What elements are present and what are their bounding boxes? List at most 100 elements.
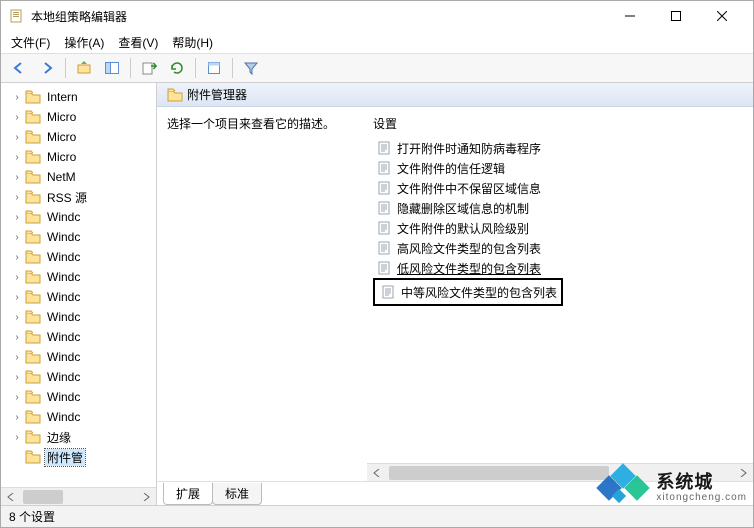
settings-column-header[interactable]: 设置 xyxy=(373,115,747,132)
folder-icon xyxy=(25,190,41,204)
tree-item[interactable]: › Windc xyxy=(1,307,156,327)
scroll-right-button[interactable] xyxy=(138,489,154,505)
tree-item-label: NetM xyxy=(45,170,78,184)
close-button[interactable] xyxy=(699,1,745,31)
tree-item-label: Micro xyxy=(45,150,78,164)
description-prompt: 选择一个项目来查看它的描述。 xyxy=(167,115,357,132)
scroll-left-button[interactable] xyxy=(369,465,385,481)
setting-label: 文件附件中不保留区域信息 xyxy=(397,180,541,197)
policy-icon xyxy=(377,241,393,255)
tree-item[interactable]: › Windc xyxy=(1,407,156,427)
setting-item[interactable]: 低风险文件类型的包含列表 xyxy=(373,258,747,278)
refresh-button[interactable] xyxy=(165,56,189,80)
folder-icon xyxy=(25,130,41,144)
setting-item[interactable]: 文件附件中不保留区域信息 xyxy=(373,178,747,198)
tree-item[interactable]: ›Micro xyxy=(1,107,156,127)
scroll-right-button[interactable] xyxy=(735,465,751,481)
folder-icon xyxy=(25,170,41,184)
tree-item[interactable]: ›Micro xyxy=(1,127,156,147)
menu-view[interactable]: 查看(V) xyxy=(112,32,164,53)
chevron-right-icon: › xyxy=(11,92,23,103)
chevron-right-icon: › xyxy=(11,272,23,283)
minimize-button[interactable] xyxy=(607,1,653,31)
tree-item-label: Windc xyxy=(45,210,82,224)
forward-button[interactable] xyxy=(35,56,59,80)
back-button[interactable] xyxy=(7,56,31,80)
scroll-track[interactable] xyxy=(23,490,134,504)
tree-item[interactable]: ›Windc xyxy=(1,267,156,287)
app-icon xyxy=(9,8,25,24)
scroll-thumb[interactable] xyxy=(23,490,63,504)
status-text: 8 个设置 xyxy=(9,508,55,525)
folder-icon xyxy=(25,310,41,324)
tree-item[interactable]: ›Windc xyxy=(1,387,156,407)
tree-item[interactable]: ›Windc xyxy=(1,227,156,247)
setting-item[interactable]: 隐藏删除区域信息的机制 xyxy=(373,198,747,218)
tree-item-label: Windc xyxy=(45,230,82,244)
tree-item[interactable]: 附件管 xyxy=(1,447,156,467)
tree-item[interactable]: ›Windc xyxy=(1,327,156,347)
details-tabs: 扩展 标准 xyxy=(157,481,753,505)
tree-item[interactable]: ›Windc xyxy=(1,347,156,367)
details-pane: 附件管理器 选择一个项目来查看它的描述。 设置 打开附件时通知防病毒程序文件附件… xyxy=(157,83,753,505)
export-button[interactable] xyxy=(137,56,161,80)
setting-label: 中等风险文件类型的包含列表 xyxy=(401,284,557,301)
scroll-left-button[interactable] xyxy=(3,489,19,505)
body: ›Intern›Micro›Micro›Micro›NetM›RSS 源›Win… xyxy=(1,83,753,505)
folder-icon xyxy=(25,350,41,364)
tree-item[interactable]: ›Windc xyxy=(1,247,156,267)
scroll-track[interactable] xyxy=(389,466,731,480)
setting-item[interactable]: 文件附件的默认风险级别 xyxy=(373,218,747,238)
separator xyxy=(195,58,196,78)
menu-action[interactable]: 操作(A) xyxy=(58,32,110,53)
tree-item[interactable]: › Intern xyxy=(1,87,156,107)
tree-item[interactable]: ›RSS 源 xyxy=(1,187,156,207)
menu-file[interactable]: 文件(F) xyxy=(5,32,56,53)
menu-help[interactable]: 帮助(H) xyxy=(166,32,219,53)
show-hide-tree-button[interactable] xyxy=(100,56,124,80)
left-horizontal-scrollbar[interactable] xyxy=(1,487,156,505)
setting-label: 高风险文件类型的包含列表 xyxy=(397,240,541,257)
tree-item-label: Windc xyxy=(45,410,82,424)
chevron-right-icon: › xyxy=(11,112,23,123)
policy-icon xyxy=(377,261,393,275)
folder-icon xyxy=(25,250,41,264)
setting-label: 隐藏删除区域信息的机制 xyxy=(397,200,529,217)
setting-item[interactable]: 高风险文件类型的包含列表 xyxy=(373,238,747,258)
folder-icon xyxy=(25,450,41,464)
tree-item-label: Intern xyxy=(45,90,80,104)
chevron-right-icon: › xyxy=(11,392,23,403)
tree[interactable]: ›Intern›Micro›Micro›Micro›NetM›RSS 源›Win… xyxy=(1,83,156,487)
properties-button[interactable] xyxy=(202,56,226,80)
tree-item-label: Windc xyxy=(45,250,82,264)
tree-item[interactable]: ›Windc xyxy=(1,287,156,307)
up-button[interactable] xyxy=(72,56,96,80)
setting-item[interactable]: 中等风险文件类型的包含列表 xyxy=(377,282,557,302)
chevron-right-icon: › xyxy=(11,292,23,303)
tree-item-label: Windc xyxy=(45,310,82,324)
statusbar: 8 个设置 xyxy=(1,505,753,527)
tree-item[interactable]: ›Windc xyxy=(1,207,156,227)
right-horizontal-scrollbar[interactable] xyxy=(367,463,753,481)
filter-button[interactable] xyxy=(239,56,263,80)
chevron-right-icon: › xyxy=(11,412,23,423)
chevron-right-icon: › xyxy=(11,152,23,163)
maximize-button[interactable] xyxy=(653,1,699,31)
tab-extended[interactable]: 扩展 xyxy=(163,483,213,505)
folder-icon xyxy=(25,270,41,284)
tree-item[interactable]: › Micro xyxy=(1,147,156,167)
tab-standard[interactable]: 标准 xyxy=(212,483,262,505)
toolbar xyxy=(1,53,753,83)
chevron-right-icon: › xyxy=(11,192,23,203)
folder-icon xyxy=(25,90,41,104)
tree-item-label: Micro xyxy=(45,130,78,144)
chevron-right-icon: › xyxy=(11,312,23,323)
setting-item[interactable]: 文件附件的信任逻辑 xyxy=(373,158,747,178)
chevron-right-icon: › xyxy=(11,332,23,343)
scroll-thumb[interactable] xyxy=(389,466,609,480)
setting-item[interactable]: 打开附件时通知防病毒程序 xyxy=(373,138,747,158)
tree-item[interactable]: ›Windc xyxy=(1,367,156,387)
folder-icon xyxy=(25,390,41,404)
tree-item[interactable]: ›边缘 xyxy=(1,427,156,447)
tree-item[interactable]: ›NetM xyxy=(1,167,156,187)
